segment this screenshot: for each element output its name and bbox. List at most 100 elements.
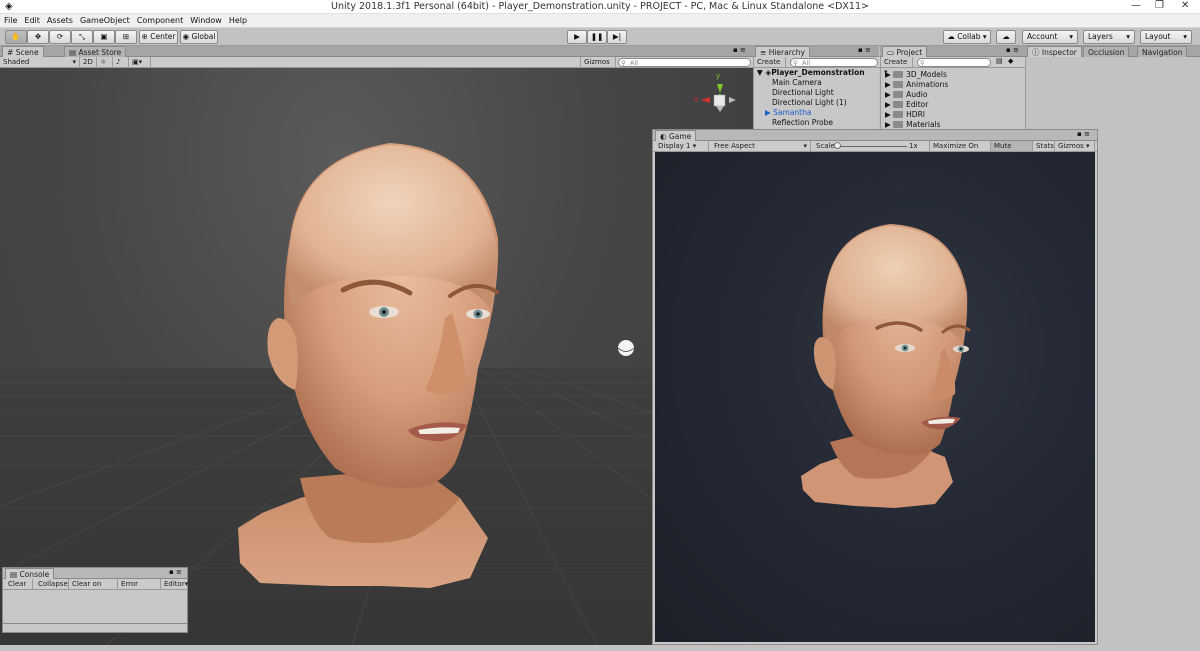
hierarchy-item-samantha[interactable]: ▶ Samantha [754,108,880,118]
project-folder[interactable]: ▶ Audio [881,90,1007,100]
display-dropdown[interactable]: Display 1 ▾ [655,141,709,151]
inspector-tabbar: ⓘ Inspector Occlusion Navigation [1025,46,1200,57]
layers-dropdown[interactable]: Layers ▾ [1083,30,1135,44]
tab-menu-icon[interactable]: ▪ ≡ [169,568,182,576]
tab-navigation[interactable]: Navigation [1137,46,1188,57]
mute-audio-toggle[interactable]: Mute Audio [991,141,1033,160]
gizmo-x-arrow[interactable] [701,97,710,103]
menu-bar: File Edit Assets GameObject Component Window H… [0,14,1200,28]
audio-toggle-icon[interactable]: ♪ [113,57,129,67]
tab-menu-icon[interactable]: ▪ ≡ [1077,130,1090,138]
hierarchy-item[interactable]: Reflection Probe [754,118,880,128]
scene-viewport[interactable]: y x [0,68,753,651]
project-folder[interactable]: ▶ HDRI [881,110,1007,120]
search-icon: ⚲ [793,59,798,67]
account-dropdown[interactable]: Account ▾ [1022,30,1078,44]
menu-edit[interactable]: Edit [20,14,43,25]
transform-tool-icon[interactable]: ⊞ [115,30,137,44]
tab-menu-icon[interactable]: ▪ ≡ [733,46,746,54]
toggle-2d-button[interactable]: 2D [80,57,97,67]
rotate-tool-icon[interactable]: ⟳ [49,30,71,44]
effects-toggle-icon[interactable]: ▣▾ [129,57,151,67]
folder-icon [893,111,904,118]
project-folder[interactable]: ▶ Editor [881,100,1007,110]
hierarchy-item[interactable]: Directional Light (1) [754,98,880,108]
play-icon: ▶ [574,32,580,41]
scale-tool-icon[interactable]: ⤡ [71,30,93,44]
collab-button[interactable]: ☁ Collab ▾ [943,30,991,44]
status-bar [0,645,1200,651]
project-create-dropdown[interactable]: Create ▾ [881,57,913,76]
console-error-pause-toggle[interactable]: Error Pause [118,579,161,598]
pivot-center-button[interactable]: ⊕ Center [139,30,178,44]
folder-label: Audio [906,90,928,99]
hierarchy-item[interactable]: Directional Light [754,88,880,98]
folder-icon [893,101,904,108]
rect-tool-icon[interactable]: ▣ [93,30,115,44]
project-tabbar: ▭ Project ▪ ≡ [880,46,1025,57]
gizmo-y-arrow[interactable] [717,84,723,93]
tab-occlusion[interactable]: Occlusion [1083,46,1130,57]
tab-project[interactable]: ▭ Project [882,46,928,57]
pause-button[interactable]: ❚❚ [587,30,607,44]
light-probe-sphere[interactable] [617,340,635,356]
project-search-input[interactable]: ⚲ [917,58,991,67]
console-clear-button[interactable]: Clear [5,579,33,589]
search-icon: ⚲ [920,59,925,67]
tab-menu-icon[interactable]: ▪ ≡ [858,46,871,54]
play-button[interactable]: ▶ [567,30,587,44]
maximize-icon[interactable]: ❐ [1155,0,1164,11]
console-collapse-toggle[interactable]: Collapse [35,579,69,589]
menu-help[interactable]: Help [225,14,250,25]
lighting-toggle-icon[interactable]: ☼ [97,57,113,67]
console-log-area[interactable] [3,590,187,624]
tab-game[interactable]: ◐ Game [655,130,697,141]
scale-slider[interactable]: Scale 1x [813,141,931,151]
scene-orientation-gizmo[interactable] [701,84,736,112]
minimize-icon[interactable]: — [1131,0,1141,11]
hand-tool-icon[interactable]: ✋ [5,30,27,44]
menu-component[interactable]: Component [133,14,186,25]
game-viewport[interactable] [655,152,1095,642]
chevron-down-icon: ▾ [72,58,76,66]
project-folder[interactable]: ▶ Animations [881,80,1007,90]
cloud-button[interactable]: ☁ [996,30,1016,44]
maximize-on-play-toggle[interactable]: Maximize On Play [929,141,991,160]
hierarchy-search-input[interactable]: ⚲ All [790,58,878,67]
close-icon[interactable]: ✕ [1181,0,1189,11]
gizmo-x-label: x [694,95,699,103]
filter-type-icon[interactable]: ▤ [996,57,1003,65]
tab-scene[interactable]: # Scene [2,46,44,57]
scene-gizmos-dropdown[interactable]: Gizmos ▾ [580,57,616,76]
scale-thumb[interactable] [834,142,841,149]
menu-window[interactable]: Window [186,14,225,25]
menu-file[interactable]: File [0,14,20,25]
step-button[interactable]: ▶| [607,30,627,44]
layout-dropdown[interactable]: Layout ▾ [1140,30,1192,44]
move-tool-icon[interactable]: ✥ [27,30,49,44]
head-model-scene [238,143,499,588]
menu-assets[interactable]: Assets [43,14,76,25]
tab-asset-store[interactable]: ▤ Asset Store [64,46,127,57]
tab-hierarchy[interactable]: ≡ Hierarchy [755,46,810,57]
tab-console[interactable]: ▤ Console [5,568,55,579]
pivot-global-button[interactable]: ◉ Global [180,30,218,44]
project-folder[interactable]: ▶ 3D_Models [881,70,1007,80]
hierarchy-item[interactable]: Main Camera [754,78,880,88]
game-gizmos-dropdown[interactable]: Gizmos ▾ [1055,141,1095,151]
filter-label-icon[interactable]: ◆ [1008,57,1013,65]
scene-search-input[interactable]: ⚲ All [618,58,751,67]
chevron-down-icon: ▾ [1126,32,1130,41]
console-editor-dropdown[interactable]: Editor▾ [161,579,188,589]
menu-gameobject[interactable]: GameObject [76,14,133,25]
stats-toggle[interactable]: Stats [1033,141,1055,151]
window-titlebar: ◈ Unity 2018.1.3f1 Personal (64bit) - Pl… [0,0,1200,14]
gizmo-center-cube[interactable] [713,94,726,107]
hierarchy-scene-row[interactable]: ▼ ◈Player_Demonstration [754,68,880,78]
console-clear-on-play-toggle[interactable]: Clear on Play [69,579,118,598]
hierarchy-create-dropdown[interactable]: Create ▾ [754,57,786,76]
aspect-dropdown[interactable]: Free Aspect ▾ [711,141,811,151]
shading-dropdown[interactable]: Shaded ▾ [0,57,80,67]
tab-menu-icon[interactable]: ▪ ≡ [1006,46,1019,54]
tab-inspector[interactable]: ⓘ Inspector [1027,46,1082,57]
